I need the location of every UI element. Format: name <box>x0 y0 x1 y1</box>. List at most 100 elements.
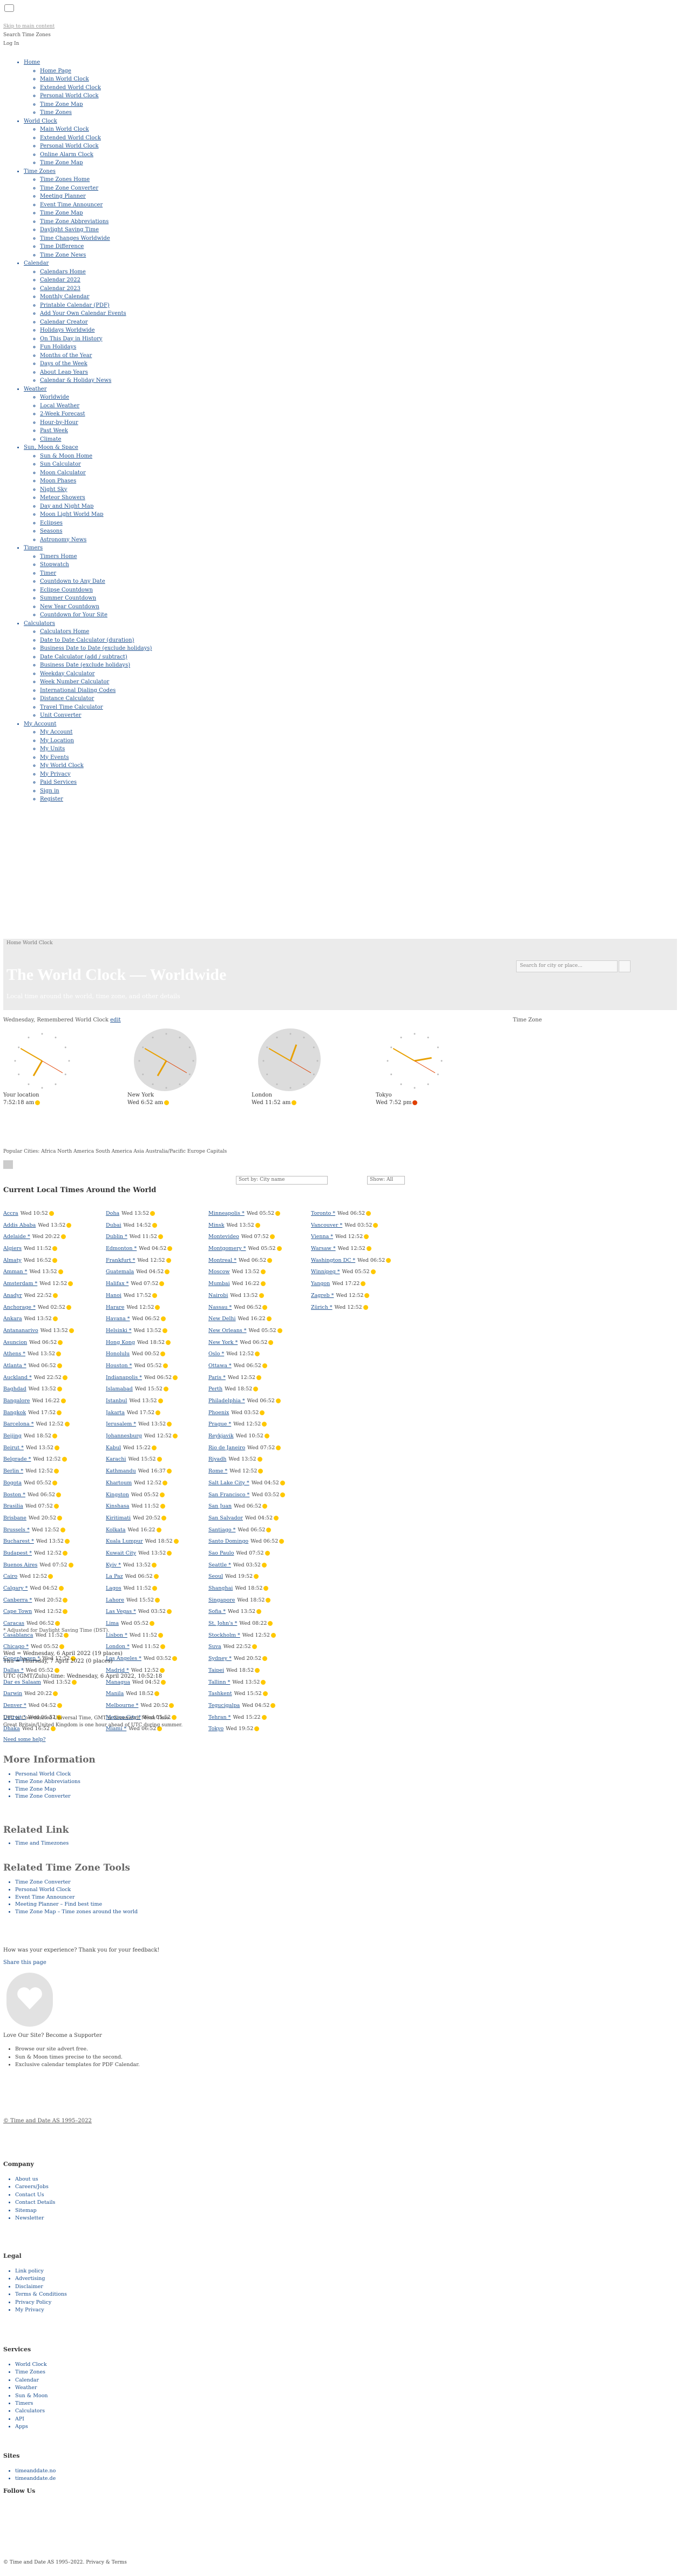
menu-item[interactable]: Timers Home <box>40 553 243 561</box>
city-link[interactable]: Zürich * <box>311 1304 333 1310</box>
menu-item[interactable]: Timer <box>40 569 243 578</box>
city-link[interactable]: Auckland * <box>3 1375 32 1381</box>
menu-item[interactable]: Seasons <box>40 527 243 536</box>
city-link[interactable]: Athens * <box>3 1351 25 1357</box>
menu-item[interactable]: Date to Date Calculator (duration) <box>40 636 243 645</box>
menu-item[interactable]: My Events <box>40 754 243 762</box>
city-link[interactable]: Almaty <box>3 1257 22 1263</box>
city-link[interactable]: Kuwait City <box>106 1550 136 1556</box>
menu-item[interactable]: Time Difference <box>40 243 243 251</box>
footer-link[interactable]: Privacy Policy <box>15 2299 67 2306</box>
city-link[interactable]: San Salvador <box>208 1515 243 1521</box>
city-link[interactable]: Budapest * <box>3 1550 32 1556</box>
city-link[interactable]: Montreal * <box>208 1257 236 1263</box>
share-link[interactable]: Share this page <box>3 1960 46 1966</box>
city-link[interactable]: Yangon <box>311 1281 330 1287</box>
skip-link[interactable]: Skip to main content <box>3 24 144 29</box>
city-link[interactable]: Rome * <box>208 1468 227 1474</box>
menu-section-link[interactable]: Time Zones <box>24 169 56 174</box>
heart-icon[interactable] <box>6 1973 53 2027</box>
menu-item[interactable]: Time Zone News <box>40 251 243 260</box>
city-link[interactable]: Bangalore <box>3 1398 30 1404</box>
menu-item[interactable]: Moon Phases <box>40 477 243 486</box>
city-link[interactable]: Frankfurt * <box>106 1257 135 1263</box>
supporter-benefit[interactable]: Browse our site advert free. <box>15 2046 140 2054</box>
city-link[interactable]: Boston * <box>3 1492 25 1498</box>
city-link[interactable]: Brasilia <box>3 1503 23 1509</box>
more-info-link[interactable]: Time Zone Abbreviations <box>15 1778 80 1786</box>
city-link[interactable]: Islamabad <box>106 1386 133 1392</box>
city-link[interactable]: Beirut * <box>3 1445 24 1451</box>
copyright-bottom[interactable]: © Time and Date AS 1995–2022. Privacy & … <box>3 2560 127 2565</box>
menu-item[interactable]: Personal World Clock <box>40 92 243 100</box>
city-link[interactable]: Darwin <box>3 1691 22 1697</box>
menu-section-link[interactable]: Home <box>24 59 40 65</box>
city-link[interactable]: London * <box>106 1644 130 1650</box>
city-link[interactable]: La Paz <box>106 1573 123 1579</box>
city-link[interactable]: Warsaw * <box>311 1246 336 1252</box>
menu-item[interactable]: Time Zone Converter <box>40 184 243 193</box>
search-timezones-link[interactable]: Search Time Zones <box>3 32 51 38</box>
city-link[interactable]: Helsinki * <box>106 1328 132 1334</box>
city-link[interactable]: Riyadh <box>208 1456 226 1462</box>
city-link[interactable]: Kabul <box>106 1445 121 1451</box>
menu-item[interactable]: Travel Time Calculator <box>40 703 243 712</box>
city-link[interactable]: Buenos Aires <box>3 1562 37 1568</box>
footer-link[interactable]: Sitemap <box>15 2207 55 2215</box>
city-link[interactable]: Perth <box>208 1386 222 1392</box>
menu-item[interactable]: Paid Services <box>40 778 243 787</box>
city-link[interactable]: Ankara <box>3 1316 22 1322</box>
footer-link[interactable]: Time Zones <box>15 2369 48 2376</box>
clock-card[interactable]: New York Wed 6:52 am <box>127 1026 241 1107</box>
city-link[interactable]: Addis Ababa <box>3 1222 36 1228</box>
menu-item[interactable]: Meteor Showers <box>40 494 243 502</box>
tool-link[interactable]: Time Zone Converter <box>15 1879 138 1886</box>
menu-item[interactable]: Astronomy News <box>40 536 243 544</box>
city-link[interactable]: Phoenix <box>208 1410 229 1416</box>
city-link[interactable]: Doha <box>106 1210 119 1216</box>
city-link[interactable]: Atlanta * <box>3 1363 26 1369</box>
city-link[interactable]: Washington DC * <box>311 1257 355 1263</box>
city-link[interactable]: Kyiv * <box>106 1562 121 1568</box>
menu-item[interactable]: Unit Converter <box>40 711 243 720</box>
menu-section-link[interactable]: Sun, Moon & Space <box>24 445 78 450</box>
menu-item[interactable]: My Account <box>40 728 243 737</box>
city-link[interactable]: New York * <box>208 1340 238 1346</box>
menu-item[interactable]: Daylight Saving Time <box>40 226 243 234</box>
city-link[interactable]: New Delhi <box>208 1316 236 1322</box>
city-link[interactable]: Accra <box>3 1210 18 1216</box>
menu-item[interactable]: 2-Week Forecast <box>40 410 243 419</box>
menu-item[interactable]: Printable Calendar (PDF) <box>40 301 243 310</box>
city-link[interactable]: Mumbai <box>208 1281 230 1287</box>
city-link[interactable]: Khartoum <box>106 1480 132 1486</box>
footer-link[interactable]: Apps <box>15 2423 48 2431</box>
city-link[interactable]: Nassau * <box>208 1304 232 1310</box>
city-link[interactable]: Kuala Lumpur <box>106 1538 143 1544</box>
city-link[interactable]: Montgomery * <box>208 1246 246 1252</box>
city-link[interactable]: Ottawa * <box>208 1363 232 1369</box>
city-link[interactable]: Oslo * <box>208 1351 224 1357</box>
menu-item[interactable]: Calendars Home <box>40 268 243 277</box>
footer-link[interactable]: Disclaimer <box>15 2283 67 2291</box>
copyright-top[interactable]: © Time and Date AS 1995–2022 <box>3 2118 92 2124</box>
footer-link[interactable]: API <box>15 2416 48 2423</box>
city-link[interactable]: Suva <box>208 1644 221 1650</box>
city-link[interactable]: Jerusalem * <box>106 1421 136 1427</box>
menu-item[interactable]: Extended World Clock <box>40 84 243 92</box>
city-link[interactable]: Melbourne * <box>106 1703 138 1709</box>
city-link[interactable]: Bogota <box>3 1480 22 1486</box>
city-link[interactable]: Cairo <box>3 1573 17 1579</box>
menu-item[interactable]: Fun Holidays <box>40 343 243 352</box>
city-link[interactable]: Brisbane <box>3 1515 26 1521</box>
footer-link[interactable]: Weather <box>15 2384 48 2392</box>
menu-item[interactable]: Time Zones <box>40 109 243 117</box>
city-link[interactable]: Anchorage * <box>3 1304 36 1310</box>
city-link[interactable]: Dublin * <box>106 1234 127 1240</box>
footer-link[interactable]: Careers/Jobs <box>15 2183 55 2191</box>
tool-link[interactable]: Event Time Announcer <box>15 1894 138 1901</box>
city-link[interactable]: Salt Lake City * <box>208 1480 249 1486</box>
menu-item[interactable]: Time Zone Abbreviations <box>40 218 243 226</box>
menu-item[interactable]: Holidays Worldwide <box>40 326 243 335</box>
city-link[interactable]: Moscow <box>208 1269 230 1275</box>
city-link[interactable]: Jakarta <box>106 1410 125 1416</box>
